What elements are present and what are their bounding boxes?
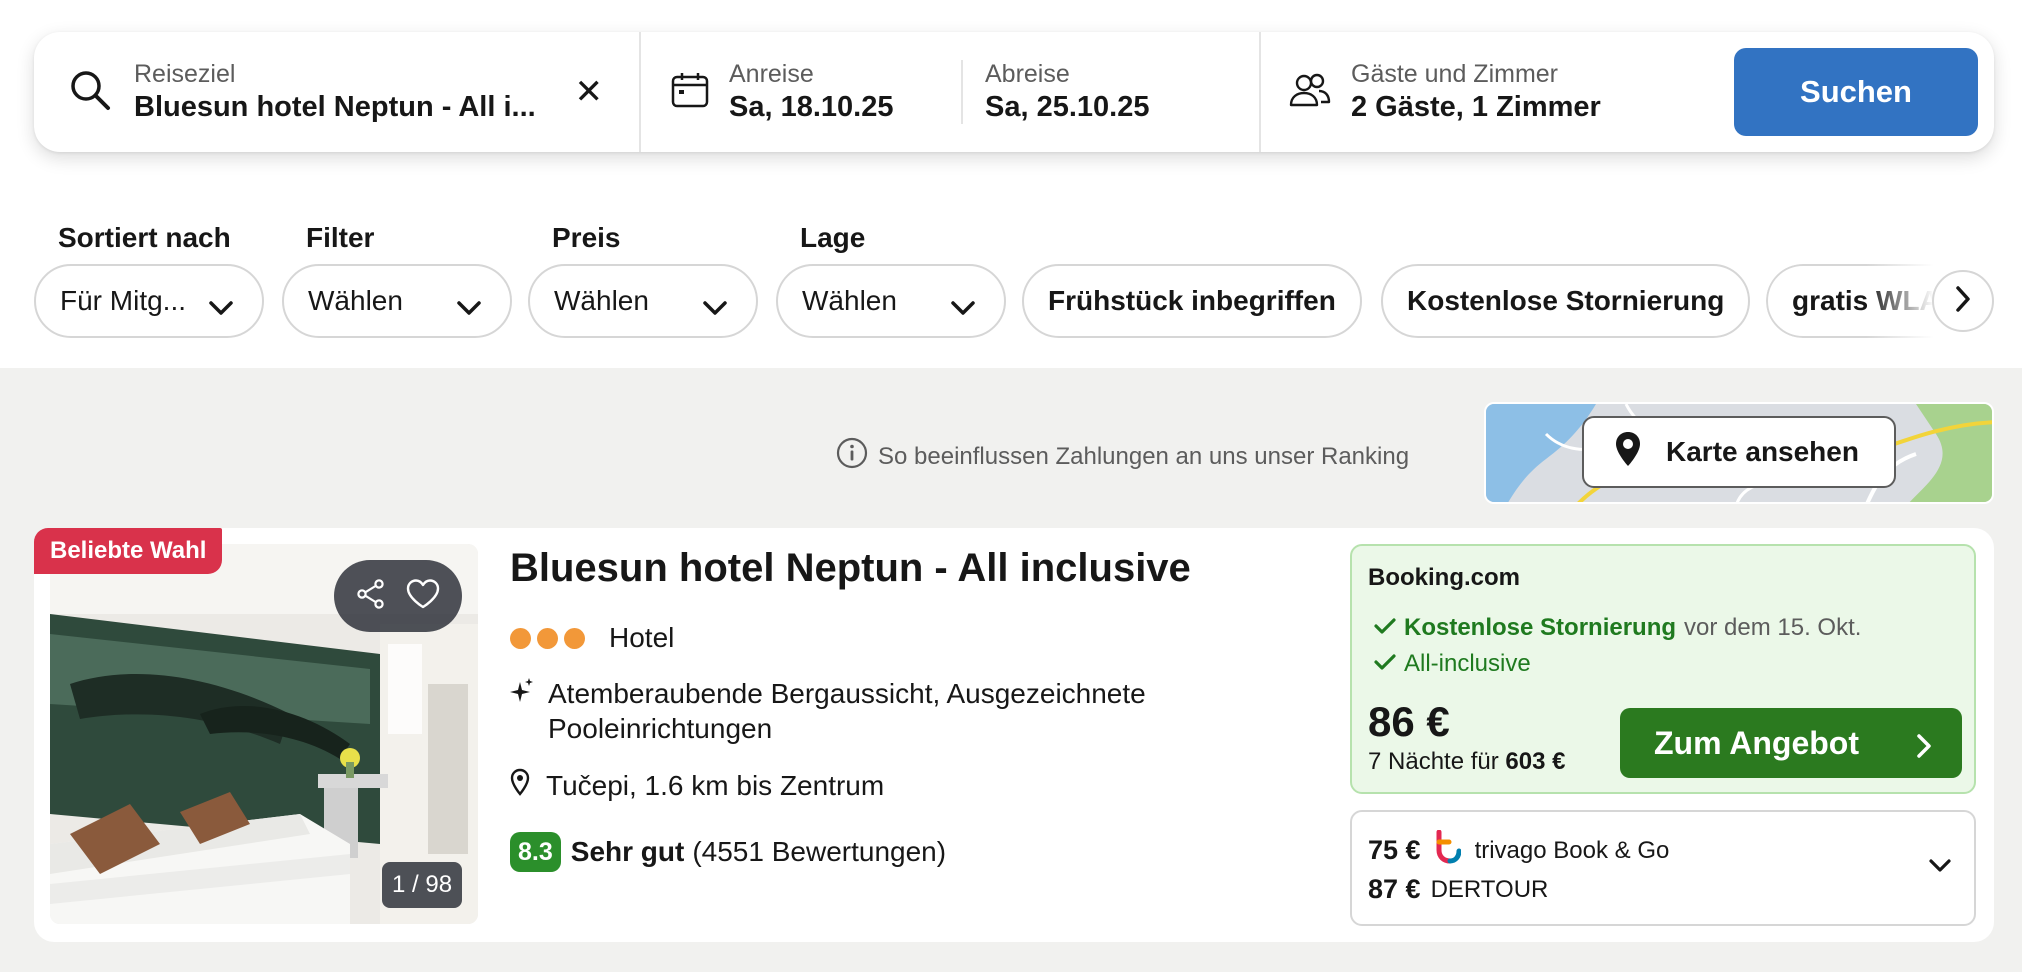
chevron-right-icon <box>1954 285 1972 318</box>
guests-label: Gäste und Zimmer <box>1351 60 1559 88</box>
deal-cancellation: Kostenlose Stornierung vor dem 15. Okt. <box>1374 614 1861 642</box>
check-icon <box>1374 650 1396 678</box>
review-count: (4551 Bewertungen) <box>692 836 947 867</box>
sort-dropdown[interactable]: Für Mitg... <box>34 264 264 338</box>
highlights-text: Atemberaubende Bergaussicht, Ausgezeichn… <box>548 678 1146 744</box>
chevron-down-icon <box>456 292 482 324</box>
hotel-stars: Hotel <box>510 622 674 654</box>
trivago-logo-icon <box>1431 829 1462 871</box>
chevron-right-icon <box>1916 730 1932 767</box>
star-dot <box>564 627 585 649</box>
checkin-field[interactable]: Anreise Sa, 18.10.25 <box>729 59 961 125</box>
star-dot <box>510 627 531 649</box>
info-icon <box>836 437 868 476</box>
deal-price: 86 € <box>1368 698 1450 745</box>
total-prefix: 7 Nächte für <box>1368 748 1499 775</box>
check-icon <box>1374 614 1396 642</box>
filter-dropdown[interactable]: Wählen <box>282 264 512 338</box>
cancellation-deadline: vor dem 15. Okt. <box>1684 614 1862 641</box>
chevron-down-icon <box>208 292 234 324</box>
close-icon[interactable]: ✕ <box>575 72 604 112</box>
search-icon <box>68 68 112 117</box>
checkout-field[interactable]: Abreise Sa, 25.10.25 <box>985 59 1149 125</box>
price-dropdown[interactable]: Wählen <box>528 264 758 338</box>
hotel-location: Tučepi, 1.6 km bis Zentrum <box>510 768 884 803</box>
other-offers[interactable]: 75 € trivago Book & Go 87 € DERTOUR <box>1350 810 1976 926</box>
hotel-highlights: Atemberaubende Bergaussicht, Ausgezeichn… <box>510 676 1208 746</box>
offer-provider: trivago Book & Go <box>1474 836 1670 864</box>
guests-icon <box>1289 72 1331 113</box>
cancellation-bold: Kostenlose Stornierung <box>1404 614 1677 641</box>
location-label: Lage <box>800 222 866 253</box>
rating-score: 8.3 <box>510 832 561 872</box>
calendar-icon <box>671 72 709 113</box>
show-map-button[interactable]: Karte ansehen <box>1582 416 1896 488</box>
deal-board: All-inclusive <box>1374 650 1531 678</box>
view-deal-label: Zum Angebot <box>1654 724 1859 761</box>
checkin-label: Anreise <box>729 60 814 88</box>
destination-field[interactable]: Reiseziel Bluesun hotel Neptun - All i..… <box>34 32 641 152</box>
location-text: Tučepi, 1.6 km bis Zentrum <box>546 769 885 801</box>
view-deal-button[interactable]: Zum Angebot <box>1620 708 1962 778</box>
photo-counter: 1 / 98 <box>382 862 463 908</box>
rating-label: Sehr gut <box>570 836 685 867</box>
photo-actions <box>334 560 462 632</box>
offer-price: 75 € <box>1368 835 1421 865</box>
hotel-name[interactable]: Bluesun hotel Neptun - All inclusive <box>510 546 1191 591</box>
location-dropdown[interactable]: Wählen <box>776 264 1006 338</box>
offer-provider: DERTOUR <box>1430 875 1549 903</box>
search-bar: Reiseziel Bluesun hotel Neptun - All i..… <box>34 32 1994 152</box>
filter-label: Filter <box>306 222 375 253</box>
share-icon[interactable] <box>355 578 387 615</box>
destination-label: Reiseziel <box>134 60 236 88</box>
checkout-label: Abreise <box>985 60 1070 88</box>
chip-breakfast[interactable]: Frühstück inbegriffen <box>1022 264 1362 338</box>
guests-field[interactable]: Gäste und Zimmer 2 Gäste, 1 Zimmer Suche… <box>1261 32 1994 152</box>
hotel-type: Hotel <box>609 622 675 653</box>
guests-value: 2 Gäste, 1 Zimmer <box>1351 91 1601 123</box>
chevron-down-icon[interactable] <box>1928 858 1952 879</box>
chip-wifi-clip: gratis WLAN <box>1766 264 1956 338</box>
scroll-right-button[interactable] <box>1932 270 1994 332</box>
popular-choice-badge: Beliebte Wahl <box>34 528 223 574</box>
checkin-value: Sa, 18.10.25 <box>729 91 894 123</box>
sort-value: Für Mitg... <box>60 285 187 316</box>
offer-price: 87 € <box>1368 874 1421 904</box>
search-button[interactable]: Suchen <box>1734 48 1978 136</box>
board-type: All-inclusive <box>1404 650 1531 677</box>
ranking-info-text: So beeinflussen Zahlungen an uns unser R… <box>878 442 1410 470</box>
deal-provider: Booking.com <box>1368 564 1521 591</box>
offer-row: 87 € DERTOUR <box>1368 874 1548 905</box>
ranking-info-link[interactable]: So beeinflussen Zahlungen an uns unser R… <box>836 437 1409 476</box>
chip-free-cancellation[interactable]: Kostenlose Stornierung <box>1381 264 1751 338</box>
map-pin-icon <box>1614 430 1642 475</box>
filter-value: Wählen <box>308 285 403 316</box>
destination-value[interactable]: Bluesun hotel Neptun - All i... <box>134 89 544 125</box>
location-pin-icon <box>510 768 530 803</box>
show-map-label: Karte ansehen <box>1666 436 1859 467</box>
star-dot <box>537 627 558 649</box>
sparkle-icon <box>510 676 534 746</box>
top-deal[interactable]: Booking.com Kostenlose Stornierung vor d… <box>1350 544 1976 794</box>
dates-field[interactable]: Anreise Sa, 18.10.25 Abreise Sa, 25.10.2… <box>641 32 1261 152</box>
deal-total: 7 Nächte für 603 € <box>1368 748 1565 776</box>
price-label: Preis <box>552 222 621 253</box>
chevron-down-icon <box>702 292 728 324</box>
date-divider <box>961 60 963 124</box>
chevron-down-icon <box>950 292 976 324</box>
offer-row: 75 € trivago Book & Go <box>1368 829 1670 871</box>
checkout-value: Sa, 25.10.25 <box>985 91 1150 123</box>
heart-icon[interactable] <box>405 578 441 615</box>
sort-label: Sortiert nach <box>58 222 231 253</box>
price-value: Wählen <box>554 285 649 316</box>
hotel-rating[interactable]: 8.3 Sehr gut (4551 Bewertungen) <box>510 832 946 872</box>
location-value: Wählen <box>802 285 897 316</box>
total-value: 603 € <box>1505 748 1566 775</box>
